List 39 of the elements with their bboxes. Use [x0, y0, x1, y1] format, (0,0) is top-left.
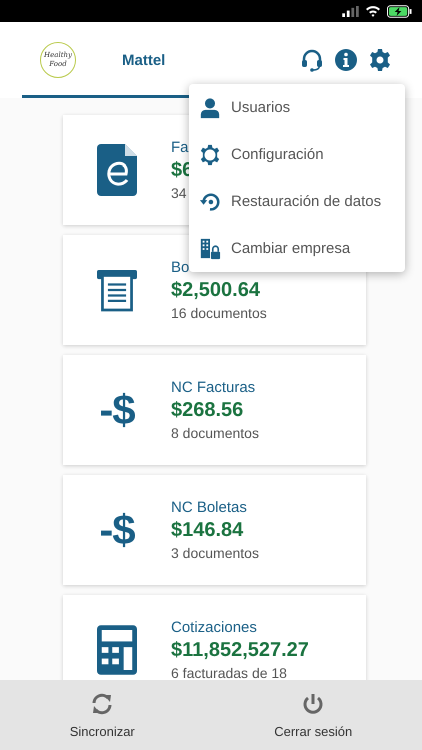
card-detail: 6 facturadas de 18 [171, 665, 288, 680]
card-title: Bo [171, 259, 190, 276]
gear-icon [199, 144, 221, 166]
menu-item[interactable]: Usuarios [189, 84, 405, 131]
summary-card[interactable]: Cotizaciones $11,852,527.27 6 facturadas de 18 [63, 595, 366, 680]
headset-icon[interactable] [300, 48, 324, 72]
restore-icon [199, 190, 221, 212]
card-amount: $11,852,527.27 [171, 639, 309, 662]
footer-button[interactable]: Cerrar sesión [274, 692, 352, 738]
minus-dollar-icon: -$ [99, 386, 135, 434]
card-title: NC Facturas [171, 379, 256, 396]
signal-icon [342, 6, 359, 16]
wifi-icon [365, 5, 381, 17]
card-title: Fa [171, 139, 190, 156]
calculator-icon [97, 624, 137, 676]
card-title: NC Boletas [171, 499, 248, 516]
card-detail: 16 documentos [171, 305, 267, 321]
settings-icon[interactable] [368, 48, 392, 72]
card-amount: $268.56 [171, 399, 244, 422]
card-amount: $146.84 [171, 519, 244, 542]
building-lock-icon [199, 238, 221, 260]
card-amount: $2,500.64 [171, 279, 261, 302]
battery-icon [387, 4, 412, 18]
minus-dollar-icon: -$ [99, 506, 135, 554]
document-icon [97, 144, 137, 196]
summary-card[interactable]: -$ NC Boletas $146.84 3 documentos [63, 475, 366, 585]
power-icon [301, 692, 326, 716]
user-icon [199, 96, 221, 118]
card-detail: 34 [171, 185, 188, 201]
menu-item[interactable]: Restauración de datos [189, 178, 405, 225]
company-name: Mattel [122, 52, 166, 68]
footer-button[interactable]: Sincronizar [70, 692, 135, 738]
info-icon[interactable] [334, 48, 358, 72]
sync-icon [90, 692, 114, 716]
card-title: Cotizaciones [171, 619, 258, 636]
summary-card[interactable]: -$ NC Facturas $268.56 8 documentos [63, 355, 366, 465]
card-detail: 8 documentos [171, 425, 259, 441]
menu-item[interactable]: Configuración [189, 131, 405, 178]
card-detail: 3 documentos [171, 545, 259, 561]
